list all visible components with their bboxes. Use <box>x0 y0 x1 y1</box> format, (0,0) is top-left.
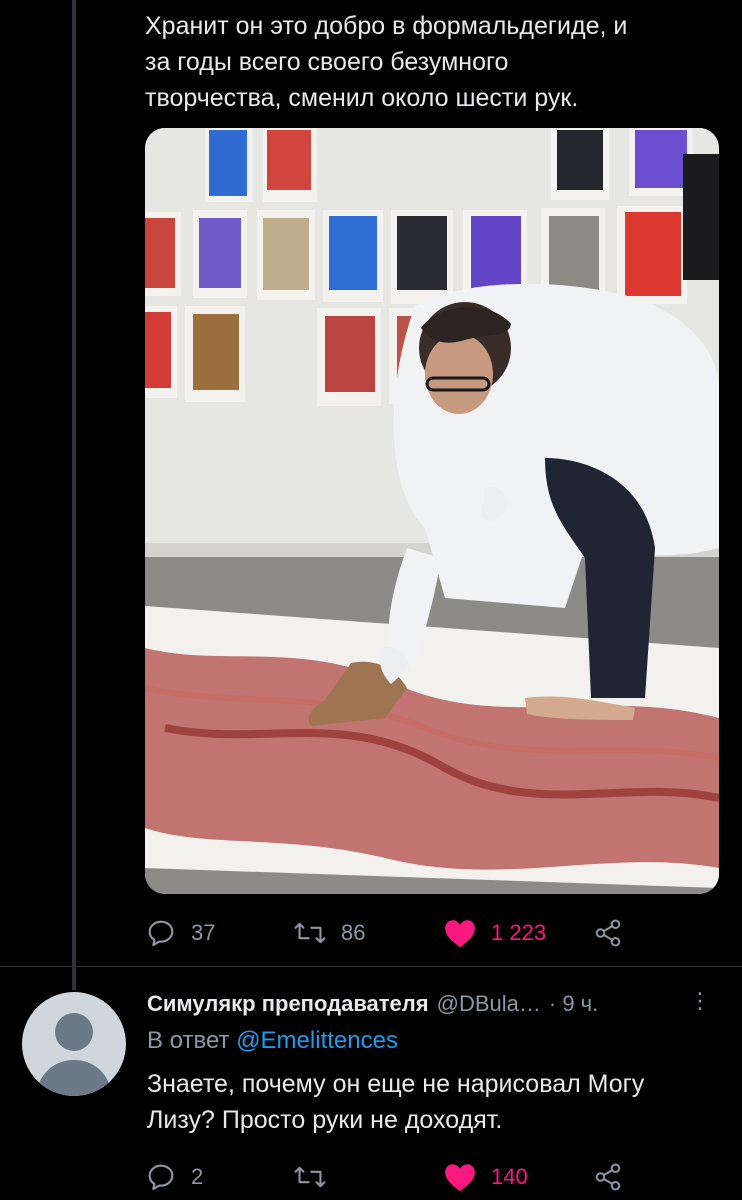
retweet-icon <box>294 922 326 944</box>
reply-to-label: В ответ <box>147 1027 230 1054</box>
like-button[interactable]: 1 223 <box>443 913 546 953</box>
reply-count: 37 <box>191 920 216 945</box>
reply-like-button[interactable]: 140 <box>443 1157 528 1197</box>
reply-mention-link[interactable]: @Emelittences <box>236 1027 398 1054</box>
reply-retweet-button[interactable] <box>293 1157 341 1197</box>
thread-connector-line <box>72 0 76 990</box>
heart-filled-icon <box>445 1164 475 1192</box>
like-count: 1 223 <box>491 920 547 945</box>
reply-context: В ответ @Emelittences <box>147 1027 398 1055</box>
reply-share-button[interactable] <box>593 1157 623 1197</box>
tweet-media-photo[interactable] <box>145 128 719 894</box>
share-button[interactable] <box>593 913 623 953</box>
reply-reply-count: 2 <box>191 1164 204 1189</box>
reply-text: Знаете, почему он еще не нарисовал Могу … <box>147 1070 645 1134</box>
reply-like-count: 140 <box>491 1164 528 1189</box>
reply-author-handle[interactable]: @DBula… <box>437 991 541 1017</box>
reply-icon <box>148 920 174 947</box>
retweet-count: 86 <box>341 920 366 945</box>
reply-author-avatar[interactable] <box>22 992 126 1096</box>
share-icon <box>595 1163 621 1191</box>
retweet-icon <box>294 1166 326 1188</box>
reply-timestamp[interactable]: · 9 ч. <box>549 991 598 1017</box>
reply-header: Симулякр преподавателя @DBula… · 9 ч. ⋮ <box>147 988 717 1020</box>
tweet-divider <box>0 966 742 967</box>
reply-reply-button[interactable]: 2 <box>145 1157 203 1197</box>
retweet-button[interactable]: 86 <box>293 913 365 953</box>
reply-button[interactable]: 37 <box>145 913 215 953</box>
heart-filled-icon <box>445 920 475 948</box>
reply-action-bar: 2 140 <box>145 1157 645 1197</box>
reply-author-name[interactable]: Симулякр преподавателя <box>147 991 429 1017</box>
reply-icon <box>148 1164 174 1191</box>
photo-artist-painting-with-hand <box>145 128 719 894</box>
share-icon <box>595 919 621 947</box>
more-icon[interactable]: ⋮ <box>689 988 711 1014</box>
avatar-placeholder-icon <box>36 1013 112 1096</box>
tweet-action-bar: 37 86 1 223 <box>145 913 645 953</box>
tweet-text: Хранит он это добро в формальдегиде, и з… <box>145 12 628 112</box>
